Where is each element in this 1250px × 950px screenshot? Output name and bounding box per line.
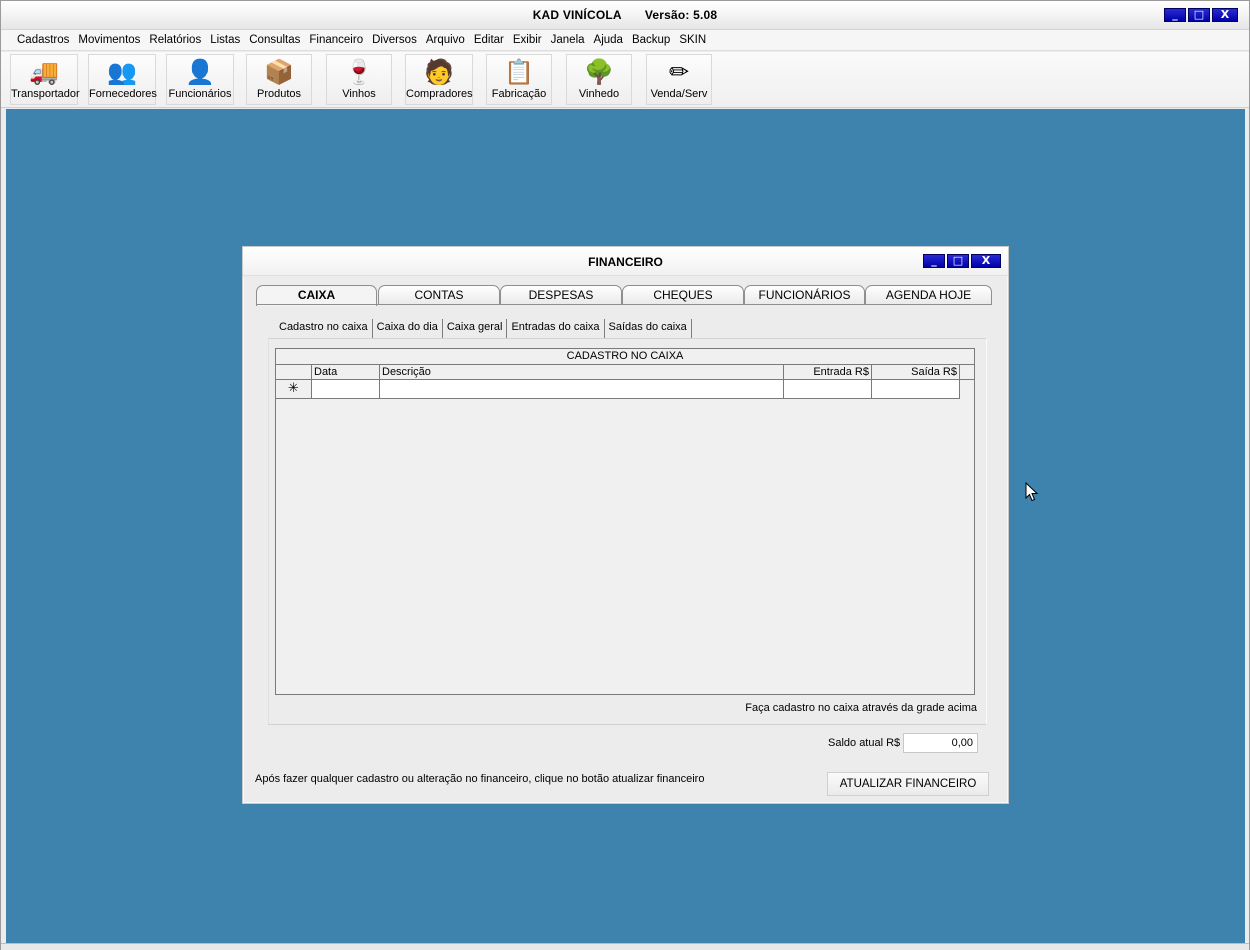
title-bar: KAD VINÍCOLA Versão: 5.08 _ □ X <box>1 1 1249 30</box>
tab-funcionarios[interactable]: FUNCIONÁRIOS <box>744 285 865 305</box>
subtab-cadastro-no-caixa[interactable]: Cadastro no caixa <box>263 319 373 338</box>
saldo-field[interactable]: 0,00 <box>903 733 978 753</box>
toolbar-transportador-button[interactable]: 🚚 Transportador <box>10 54 80 105</box>
toolbar-label: Fabricação <box>491 88 547 100</box>
tab-despesas[interactable]: DESPESAS <box>500 285 622 305</box>
grid-hint: Faça cadastro no caixa através da grade … <box>745 702 977 714</box>
cadastro-grid[interactable]: CADASTRO NO CAIXA Data Descrição Entrada… <box>275 348 975 695</box>
subtab-entradas-do-caixa[interactable]: Entradas do caixa <box>507 319 605 338</box>
menu-arquivo[interactable]: Arquivo <box>426 34 470 46</box>
app-title: KAD VINÍCOLA Versão: 5.08 <box>1 8 1249 22</box>
dialog-title-bar: FINANCEIRO _ □ X <box>243 247 1008 276</box>
menu-movimentos[interactable]: Movimentos <box>78 34 145 46</box>
sub-tabs: Cadastro no caixa Caixa do dia Caixa ger… <box>263 319 692 339</box>
main-tabs: CAIXA CONTAS DESPESAS CHEQUES FUNCIONÁRI… <box>256 285 992 306</box>
menu-editar[interactable]: Editar <box>474 34 509 46</box>
saldo-label: Saldo atual R$ <box>828 737 901 749</box>
close-button[interactable]: X <box>1212 8 1238 22</box>
new-row-indicator: ✳ <box>276 380 312 399</box>
toolbar-label: Fornecedores <box>89 88 157 100</box>
wine-glass-icon: 🍷 <box>344 58 374 86</box>
toolbar-label: Funcionários <box>168 88 232 100</box>
tree-icon: 🌳 <box>584 58 614 86</box>
menu-backup[interactable]: Backup <box>632 34 675 46</box>
grid-header-saida[interactable]: Saída R$ <box>872 365 960 380</box>
menu-janela[interactable]: Janela <box>551 34 590 46</box>
dialog-close-button[interactable]: X <box>971 254 1001 268</box>
menu-ajuda[interactable]: Ajuda <box>594 34 628 46</box>
menu-bar: Cadastros Movimentos Relatórios Listas C… <box>1 30 1249 51</box>
grid-header-entrada[interactable]: Entrada R$ <box>784 365 872 380</box>
toolbar-label: Vinhos <box>342 88 376 100</box>
toolbar-label: Compradores <box>406 88 473 100</box>
cell-data[interactable] <box>312 380 380 399</box>
clipboard-icon: 📋 <box>504 58 534 86</box>
toolbar-produtos-button[interactable]: 📦 Produtos <box>246 54 312 105</box>
dialog-window-controls: _ □ X <box>923 254 1001 268</box>
grid-header-indicator <box>276 365 312 380</box>
toolbar-vinhos-button[interactable]: 🍷 Vinhos <box>326 54 392 105</box>
tab-cheques[interactable]: CHEQUES <box>622 285 744 305</box>
dialog-minimize-button[interactable]: _ <box>923 254 945 268</box>
toolbar-fabricacao-button[interactable]: 📋 Fabricação <box>486 54 552 105</box>
cell-saida[interactable] <box>872 380 960 399</box>
menu-exibir[interactable]: Exibir <box>513 34 547 46</box>
menu-cadastros[interactable]: Cadastros <box>17 34 74 46</box>
suppliers-icon: 👥 <box>107 58 137 86</box>
menu-financeiro[interactable]: Financeiro <box>309 34 368 46</box>
subtab-saidas-do-caixa[interactable]: Saídas do caixa <box>605 319 692 338</box>
subtab-caixa-do-dia[interactable]: Caixa do dia <box>373 319 443 338</box>
toolbar-compradores-button[interactable]: 🧑 Compradores <box>405 54 473 105</box>
employee-icon: 👤 <box>185 58 215 86</box>
menu-consultas[interactable]: Consultas <box>249 34 305 46</box>
menu-diversos[interactable]: Diversos <box>372 34 422 46</box>
minimize-button[interactable]: _ <box>1164 8 1186 22</box>
tab-agenda-hoje[interactable]: AGENDA HOJE <box>865 285 992 305</box>
grid-header-descricao[interactable]: Descrição <box>380 365 784 380</box>
grid-caption: CADASTRO NO CAIXA <box>276 349 974 365</box>
cell-descricao[interactable] <box>380 380 784 399</box>
dialog-maximize-button[interactable]: □ <box>947 254 969 268</box>
toolbar-fornecedores-button[interactable]: 👥 Fornecedores <box>88 54 157 105</box>
toolbar-label: Transportador <box>11 88 80 100</box>
atualizar-financeiro-button[interactable]: ATUALIZAR FINANCEIRO <box>827 772 989 796</box>
buyer-icon: 🧑 <box>424 58 454 86</box>
cell-entrada[interactable] <box>784 380 872 399</box>
window-controls: _ □ X <box>1164 8 1238 22</box>
tab-contas[interactable]: CONTAS <box>378 285 500 305</box>
grid-header-data[interactable]: Data <box>312 365 380 380</box>
menu-listas[interactable]: Listas <box>210 34 245 46</box>
toolbar-funcionarios-button[interactable]: 👤 Funcionários <box>166 54 234 105</box>
subtab-caixa-geral[interactable]: Caixa geral <box>443 319 508 338</box>
dialog-title: FINANCEIRO <box>588 255 663 269</box>
tab-caixa[interactable]: CAIXA <box>256 285 377 306</box>
menu-skin[interactable]: SKIN <box>679 34 711 46</box>
financeiro-dialog: FINANCEIRO _ □ X CAIXA CONTAS DESPESAS C… <box>242 246 1009 804</box>
box-icon: 📦 <box>264 58 294 86</box>
toolbar: 🚚 Transportador 👥 Fornecedores 👤 Funcion… <box>1 52 1249 108</box>
status-strip <box>1 943 1249 950</box>
toolbar-label: Vinhedo <box>578 88 620 100</box>
maximize-button[interactable]: □ <box>1188 8 1210 22</box>
pencil-icon: ✏ <box>668 58 690 86</box>
toolbar-venda-serv-button[interactable]: ✏ Venda/Serv <box>646 54 712 105</box>
mouse-cursor-icon <box>1025 482 1039 502</box>
app-name: KAD VINÍCOLA <box>532 8 622 22</box>
main-window: KAD VINÍCOLA Versão: 5.08 _ □ X Cadastro… <box>0 0 1250 950</box>
truck-icon: 🚚 <box>29 58 59 86</box>
footer-note: Após fazer qualquer cadastro ou alteraçã… <box>255 773 705 785</box>
toolbar-label: Venda/Serv <box>650 88 708 100</box>
toolbar-vinhedo-button[interactable]: 🌳 Vinhedo <box>566 54 632 105</box>
toolbar-label: Produtos <box>256 88 302 100</box>
menu-relatorios[interactable]: Relatórios <box>149 34 206 46</box>
grid-header-filler <box>960 365 974 380</box>
app-version: Versão: 5.08 <box>644 8 718 22</box>
